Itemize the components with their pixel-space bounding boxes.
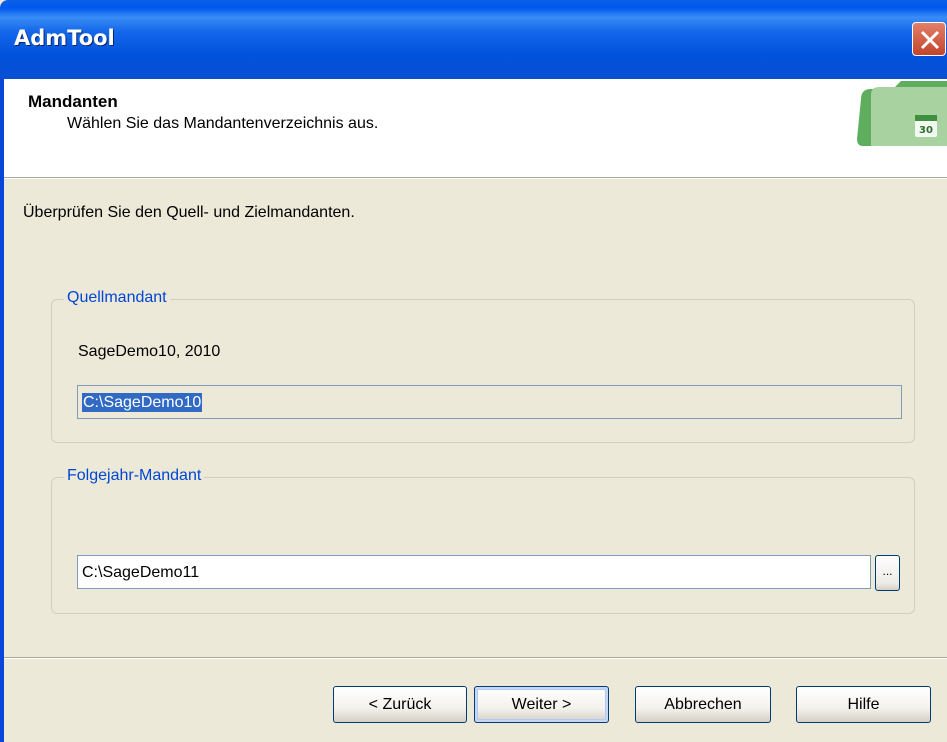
page-title: Mandanten [28,92,118,111]
target-path-value: C:\SageDemo11 [82,564,200,581]
intro-text: Überprüfen Sie den Quell- und Zielmandan… [23,204,355,221]
source-legend: Quellmandant [64,289,170,307]
cancel-button[interactable]: Abbrechen [635,686,771,723]
help-button[interactable]: Hilfe [796,686,931,723]
header-separator [4,177,947,179]
close-button[interactable] [912,22,946,56]
next-button[interactable]: Weiter > [474,686,609,723]
wizard-header: Mandanten Wählen Sie das Mandantenverzei… [4,79,947,177]
page-subtitle: Wählen Sie das Mandantenverzeichnis aus. [67,115,379,132]
footer-separator [4,657,947,659]
browse-button[interactable]: ... [875,555,900,591]
target-path-input[interactable]: C:\SageDemo11 [77,555,871,589]
folder-calendar-icon: 30 [857,81,947,146]
target-legend: Folgejahr-Mandant [64,467,205,485]
calendar-badge: 30 [919,125,933,136]
source-client-name: SageDemo10, 2010 [78,343,221,360]
target-group [51,477,915,614]
source-path-field[interactable]: C:\SageDemo10 [77,385,902,419]
source-group [51,299,915,443]
close-icon [920,30,940,50]
window-title: AdmTool [14,26,115,50]
back-button[interactable]: < Zurück [333,686,467,723]
title-bar[interactable]: AdmTool [0,0,947,79]
source-path-value: C:\SageDemo10 [82,393,203,412]
